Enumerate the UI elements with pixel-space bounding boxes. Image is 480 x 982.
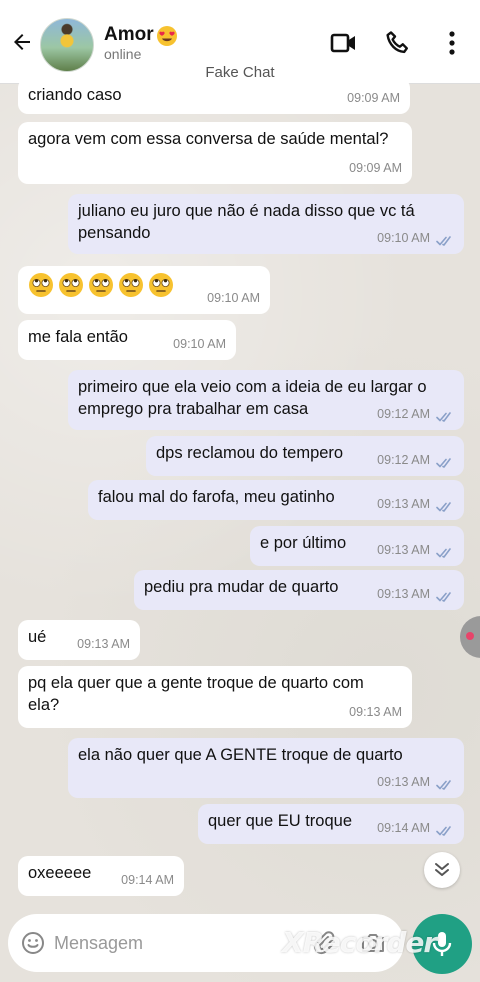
message-time: 09:14 AM	[377, 821, 430, 835]
double-chevron-down-icon	[435, 863, 449, 876]
incoming-message[interactable]: criando caso 09:09 AM	[18, 78, 410, 114]
message-text: pq ela quer que a gente troque de quarto…	[28, 674, 364, 714]
arrow-left-icon[interactable]	[10, 30, 34, 54]
double-check-icon	[436, 780, 451, 790]
incoming-message[interactable]: agora vem com essa conversa de saúde men…	[18, 122, 412, 184]
video-call-icon[interactable]	[330, 30, 358, 56]
scroll-down-button[interactable]	[424, 852, 460, 888]
incoming-message[interactable]: ué 09:13 AM	[18, 620, 140, 660]
smiley-icon[interactable]	[21, 931, 45, 955]
outgoing-message[interactable]: quer que EU troque 09:14 AM	[198, 804, 464, 844]
record-dot-icon	[466, 632, 474, 640]
phone-icon[interactable]	[384, 30, 412, 56]
message-text: agora vem com essa conversa de saúde men…	[28, 130, 389, 148]
chat-label: Fake Chat	[205, 64, 275, 81]
incoming-message[interactable]: oxeeeee 09:14 AM	[18, 856, 184, 896]
outgoing-message[interactable]: juliano eu juro que não é nada disso que…	[68, 194, 464, 254]
message-text: ela não quer que A GENTE troque de quart…	[78, 746, 403, 764]
message-time: 09:10 AM	[377, 231, 430, 245]
outgoing-message[interactable]: pediu pra mudar de quarto 09:13 AM	[134, 570, 464, 610]
outgoing-message[interactable]: e por último 09:13 AM	[250, 526, 464, 566]
outgoing-message[interactable]: primeiro que ela veio com a ideia de eu …	[68, 370, 464, 430]
message-time: 09:09 AM	[347, 91, 400, 105]
watermark: XRecorder	[282, 926, 437, 959]
message-time: 09:13 AM	[377, 587, 430, 601]
message-time: 09:12 AM	[377, 453, 430, 467]
double-check-icon	[436, 458, 451, 468]
rolling-eyes-emoji-icon	[59, 273, 83, 297]
more-vertical-icon[interactable]	[438, 30, 466, 56]
rolling-eyes-emoji-icon	[119, 273, 143, 297]
message-text: criando caso	[28, 86, 122, 104]
message-time: 09:13 AM	[349, 705, 402, 719]
message-input[interactable]	[54, 931, 254, 955]
contact-name[interactable]: Amor	[104, 24, 154, 46]
message-time: 09:13 AM	[377, 543, 430, 557]
rolling-eyes-emoji-icon	[149, 273, 173, 297]
message-time: 09:14 AM	[121, 873, 174, 887]
rolling-eyes-emoji-icon	[29, 273, 53, 297]
message-time: 09:10 AM	[207, 291, 260, 305]
double-check-icon	[436, 592, 451, 602]
incoming-message[interactable]: me fala então 09:10 AM	[18, 320, 236, 360]
heart-eyes-emoji-icon	[157, 26, 177, 46]
message-time: 09:10 AM	[173, 337, 226, 351]
double-check-icon	[436, 826, 451, 836]
rolling-eyes-emoji-icon	[89, 273, 113, 297]
incoming-message[interactable]: pq ela quer que a gente troque de quarto…	[18, 666, 412, 728]
message-time: 09:13 AM	[77, 637, 130, 651]
outgoing-message[interactable]: falou mal do farofa, meu gatinho 09:13 AM	[88, 480, 464, 520]
double-check-icon	[436, 236, 451, 246]
message-time: 09:09 AM	[349, 161, 402, 175]
incoming-message[interactable]: 09:10 AM	[18, 266, 270, 314]
outgoing-message[interactable]: ela não quer que A GENTE troque de quart…	[68, 738, 464, 798]
message-time: 09:13 AM	[377, 497, 430, 511]
double-check-icon	[436, 548, 451, 558]
message-time: 09:13 AM	[377, 775, 430, 789]
outgoing-message[interactable]: dps reclamou do tempero 09:12 AM	[146, 436, 464, 476]
double-check-icon	[436, 412, 451, 422]
message-time: 09:12 AM	[377, 407, 430, 421]
contact-status: online	[104, 46, 142, 62]
double-check-icon	[436, 502, 451, 512]
